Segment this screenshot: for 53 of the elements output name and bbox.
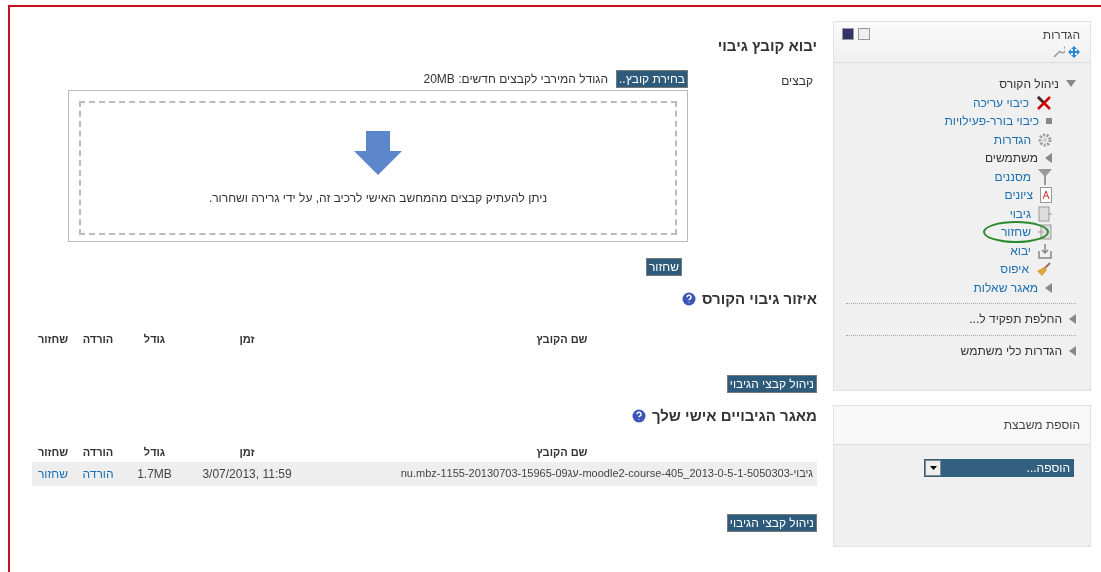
server-icon [1038, 224, 1052, 241]
move-icon[interactable] [1068, 46, 1080, 58]
nav-item[interactable]: הגדרות כלי משתמש [958, 339, 1064, 362]
block-title: הוספת משבצת [1003, 418, 1080, 432]
column-header: שחזור [36, 445, 70, 460]
server-icon [1038, 205, 1052, 222]
collapsed-triangle-icon[interactable] [1045, 153, 1052, 164]
column-header: זמן [238, 332, 256, 347]
block-title: הגדרות [1042, 28, 1080, 42]
nav-item[interactable]: החלפת תפקיד ל... [967, 308, 1064, 331]
tray-icon [1038, 242, 1052, 259]
add-block-select[interactable]: הוספה... [924, 459, 1074, 477]
table-cell: גיבוי-1-5050303-moodle2-course-405_2013-0-5-עג1155-20130703-15965-09-nu.mbz [307, 462, 817, 486]
table-cell: 11:59 ,3/07/2013 [187, 462, 307, 486]
gear-icon [1038, 132, 1052, 147]
broom-icon [1036, 262, 1052, 277]
max-size-text: הגודל המירבי לקבצים חדשים: 20MB [423, 72, 609, 86]
section-title: מאגר הגיבויים אישי שלך [651, 407, 817, 424]
column-header: שם הקובץ [535, 445, 589, 460]
document-icon [1040, 187, 1052, 204]
collapsed-triangle-icon[interactable] [1069, 314, 1076, 325]
collapse-button[interactable] [858, 28, 870, 40]
collapsed-triangle-icon[interactable] [1069, 345, 1076, 356]
column-header: שחזור [36, 332, 70, 347]
table-cell: 1.7MB [122, 462, 187, 486]
field-label: קבצים [780, 73, 814, 90]
column-header: הורדה [81, 332, 115, 347]
bullet-icon [1046, 118, 1052, 125]
drop-hint: ניתן להעתיק קבצים מהמחשב האישי לרכיב זה, על ידי גרירה ושחרור. [208, 191, 548, 205]
column-header: גודל [142, 332, 167, 347]
help-icon[interactable] [631, 408, 646, 423]
table-link[interactable]: שחזור [32, 462, 74, 486]
dropdown-arrow-icon [929, 466, 937, 470]
help-icon[interactable] [682, 291, 697, 306]
section-title: איזור גיבוי הקורס [702, 290, 817, 307]
column-header: גודל [142, 445, 167, 460]
manage-backups-button[interactable]: ניהול קבצי הגיבוי [726, 375, 817, 393]
dock-button[interactable] [842, 28, 854, 40]
column-header: שם הקובץ [535, 332, 589, 347]
funnel-icon [1038, 168, 1052, 185]
column-header: הורדה [81, 445, 115, 460]
expanded-triangle-icon[interactable] [1066, 80, 1076, 89]
tools-icon [1036, 94, 1052, 111]
nav-link[interactable]: שחזור [982, 221, 1049, 244]
restore-button[interactable]: שחזור [645, 258, 682, 276]
drop-zone[interactable]: ניתן להעתיק קבצים מהמחשב האישי לרכיב זה, על ידי גרירה ושחרור. [68, 90, 688, 242]
collapsed-triangle-icon[interactable] [1045, 282, 1052, 293]
column-header: זמן [238, 445, 256, 460]
manage-backups-button[interactable]: ניהול קבצי הגיבוי [726, 514, 817, 532]
down-arrow-icon [354, 131, 402, 175]
choose-file-button[interactable]: בחירת קובץ.. [616, 70, 688, 88]
table-link[interactable]: הורדה [74, 462, 122, 486]
page-title: יבוא קובץ גיבוי [716, 37, 817, 54]
